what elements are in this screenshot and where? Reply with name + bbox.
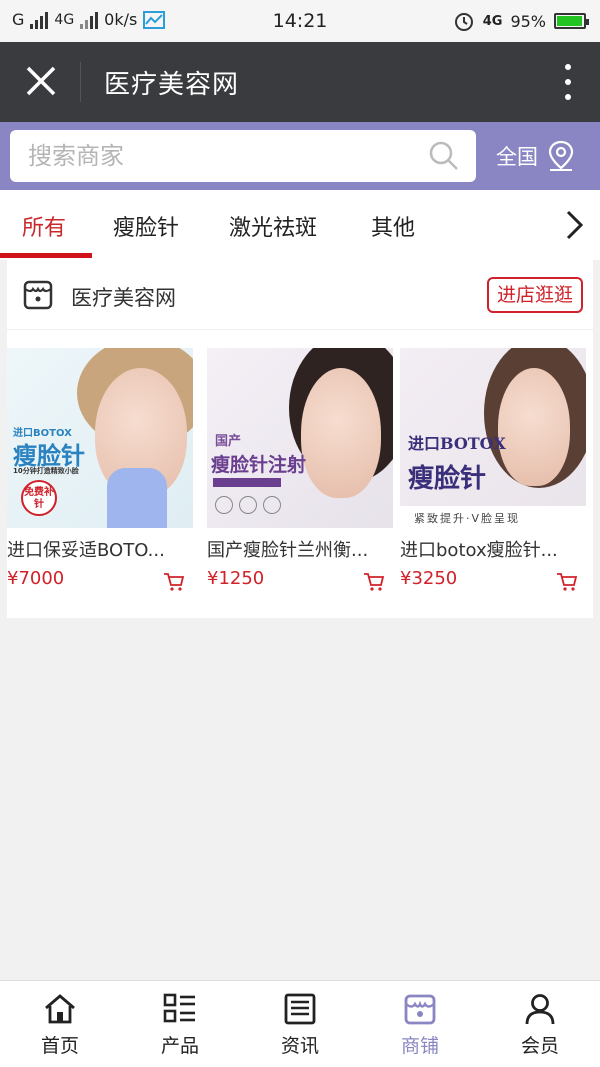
product-image[interactable]: 进口BOTOX 瘦脸针 紧致提升·V脸呈现 [400, 348, 586, 528]
tab-face-injection[interactable]: 瘦脸针 [113, 210, 179, 242]
glove-decoration [107, 468, 167, 528]
news-icon [284, 993, 316, 1025]
status-bar: G 4G 0k/s 14:21 4G 95% [0, 0, 600, 42]
region-selector[interactable]: 全国 [496, 140, 576, 172]
page-title: 医疗美容网 [104, 70, 240, 100]
product-image[interactable]: 国产 瘦脸针注射 [207, 348, 393, 528]
nav-products-label: 产品 [160, 1035, 199, 1057]
image-circle [215, 496, 233, 514]
header-divider [80, 62, 81, 102]
product-price: ¥1250 [207, 568, 265, 589]
nav-home-label: 首页 [40, 1035, 79, 1057]
image-tag: 国产 [215, 434, 242, 449]
cart-icon[interactable] [363, 572, 385, 592]
image-title: 瘦脸针 [408, 464, 487, 494]
cart-icon[interactable] [163, 572, 185, 592]
store-name: 医疗美容网 [71, 286, 176, 310]
search-bar: 全国 [0, 122, 600, 190]
store-card: 医疗美容网 进店逛逛 进口BOTOX 瘦脸针 10分钟打造精致小脸 免费补针 进… [7, 260, 593, 618]
product-price: ¥7000 [7, 568, 65, 589]
tab-all[interactable]: 所有 [22, 210, 66, 242]
nav-shop-label: 商铺 [400, 1035, 439, 1057]
product-name[interactable]: 国产瘦脸针兰州衡... [207, 536, 393, 562]
image-circle [263, 496, 281, 514]
tab-laser[interactable]: 激光祛斑 [229, 210, 317, 242]
network-label-right: 4G [482, 13, 503, 29]
app-header: 医疗美容网 [0, 42, 600, 122]
store-header: 医疗美容网 进店逛逛 [7, 260, 593, 330]
shop-icon [404, 994, 436, 1025]
close-icon[interactable] [22, 62, 60, 100]
product-card[interactable]: 进口BOTOX 瘦脸针 紧致提升·V脸呈现 进口botox瘦脸针... ¥325… [400, 348, 586, 592]
image-strip [213, 478, 281, 487]
image-subtitle: 10分钟打造精致小脸 [13, 467, 79, 475]
tab-other[interactable]: 其他 [371, 210, 415, 242]
nav-news[interactable]: 资讯 [240, 981, 360, 1067]
alarm-icon [454, 13, 473, 31]
nav-news-label: 资讯 [280, 1035, 319, 1057]
image-tag: 进口BOTOX [408, 434, 506, 453]
free-badge: 免费补针 [21, 480, 57, 516]
battery-percent: 95% [510, 11, 546, 31]
chevron-right-icon[interactable] [562, 208, 586, 242]
search-input[interactable] [28, 138, 418, 174]
store-icon [23, 280, 53, 310]
image-title: 瘦脸针注射 [211, 454, 307, 476]
home-icon [45, 994, 75, 1024]
product-card[interactable]: 进口BOTOX 瘦脸针 10分钟打造精致小脸 免费补针 进口保妥适BOTO...… [7, 348, 193, 592]
image-circle [239, 496, 257, 514]
nav-member-label: 会员 [520, 1035, 559, 1057]
nav-home[interactable]: 首页 [0, 981, 120, 1067]
member-icon [525, 994, 555, 1025]
location-icon [548, 140, 574, 171]
image-subtitle: 紧致提升·V脸呈现 [414, 512, 521, 525]
product-name[interactable]: 进口保妥适BOTO... [7, 536, 193, 562]
search-box[interactable] [10, 130, 476, 182]
product-list-icon [163, 993, 195, 1023]
category-tabs: 所有 瘦脸针 激光祛斑 其他 [0, 190, 600, 260]
cart-icon[interactable] [556, 572, 578, 592]
region-label: 全国 [496, 145, 538, 169]
active-tab-indicator [0, 253, 92, 258]
battery-icon [554, 13, 589, 29]
nav-member[interactable]: 会员 [480, 981, 600, 1067]
product-name[interactable]: 进口botox瘦脸针... [400, 536, 586, 562]
product-price: ¥3250 [400, 568, 458, 589]
nav-shop[interactable]: 商铺 [360, 981, 480, 1067]
product-card[interactable]: 国产 瘦脸针注射 国产瘦脸针兰州衡... ¥1250 [207, 348, 393, 592]
visit-store-button[interactable]: 进店逛逛 [486, 277, 583, 313]
status-right: 4G 95% [453, 10, 589, 32]
product-image[interactable]: 进口BOTOX 瘦脸针 10分钟打造精致小脸 免费补针 [7, 348, 193, 528]
search-icon[interactable] [428, 140, 460, 172]
nav-products[interactable]: 产品 [120, 981, 240, 1067]
product-grid: 进口BOTOX 瘦脸针 10分钟打造精致小脸 免费补针 进口保妥适BOTO...… [7, 348, 593, 608]
bottom-navigation: 首页 产品 资讯 商铺 会员 [0, 980, 600, 1067]
more-menu-icon[interactable] [564, 64, 572, 100]
